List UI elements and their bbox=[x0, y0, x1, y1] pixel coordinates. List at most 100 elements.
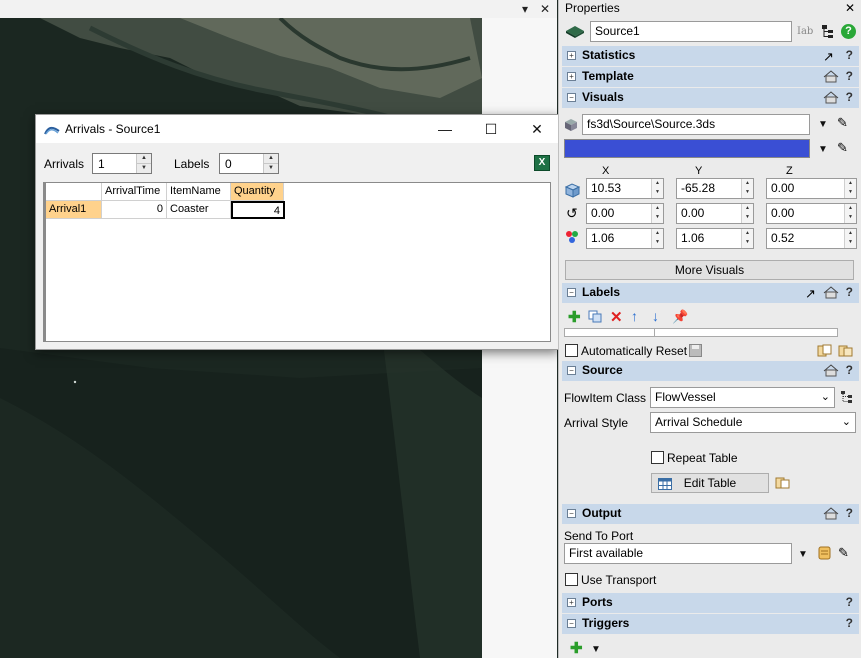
column-header[interactable]: ItemName bbox=[167, 183, 231, 201]
panel-close-icon[interactable]: ✕ bbox=[845, 1, 855, 15]
section-help-icon[interactable]: ? bbox=[846, 69, 853, 83]
color-swatch[interactable] bbox=[564, 139, 810, 158]
arrivals-table[interactable]: ArrivalTime ItemName Quantity Arrival1 0… bbox=[43, 182, 551, 342]
copy-labels-icon[interactable] bbox=[817, 344, 832, 360]
maximize-button[interactable]: ☐ bbox=[468, 115, 514, 143]
stepper-arrows[interactable]: ▲ ▼ bbox=[263, 154, 278, 173]
eyedropper-icon[interactable]: ✎ bbox=[837, 115, 848, 131]
table-cell-selected[interactable]: 4 bbox=[231, 201, 285, 219]
arrival-style-select[interactable]: Arrival Schedule ⌄ bbox=[650, 412, 856, 433]
object-name-field[interactable]: Source1 bbox=[590, 21, 792, 42]
collapse-icon[interactable]: − bbox=[567, 288, 576, 297]
pin-arrow-icon[interactable]: ↗ bbox=[823, 49, 837, 64]
section-help-icon[interactable]: ? bbox=[846, 616, 853, 630]
section-help-icon[interactable]: ? bbox=[846, 363, 853, 377]
section-template[interactable]: + Template ? bbox=[562, 67, 859, 87]
chevron-down-icon[interactable]: ⌄ bbox=[821, 388, 830, 407]
add-trigger-icon[interactable]: ✚ bbox=[570, 639, 583, 657]
step-down-icon[interactable]: ▼ bbox=[264, 163, 278, 172]
position-y-field[interactable]: -65.28 ▲ ▼ bbox=[676, 178, 754, 199]
step-down-icon[interactable]: ▼ bbox=[137, 163, 151, 172]
section-help-icon[interactable]: ? bbox=[846, 595, 853, 609]
expand-icon[interactable]: + bbox=[567, 598, 576, 607]
pin-label-icon[interactable]: 📌 bbox=[672, 309, 688, 325]
collapse-icon[interactable]: − bbox=[567, 619, 576, 628]
move-up-icon[interactable]: ↑ bbox=[631, 308, 638, 324]
copy-table-icon[interactable] bbox=[775, 476, 790, 492]
rotation-x-field[interactable]: 0.00 ▲ ▼ bbox=[586, 203, 664, 224]
section-help-icon[interactable]: ? bbox=[846, 285, 853, 299]
table-cell[interactable]: 0 bbox=[102, 201, 167, 219]
collapse-icon[interactable]: − bbox=[567, 366, 576, 375]
pin-arrow-icon[interactable]: ↗ bbox=[805, 286, 819, 301]
edit-table-button[interactable]: Edit Table bbox=[651, 473, 769, 493]
section-labels[interactable]: − Labels ↗ ? bbox=[562, 283, 859, 303]
rotation-z-field[interactable]: 0.00 ▲ ▼ bbox=[766, 203, 857, 224]
labels-count-stepper[interactable]: 0 ▲ ▼ bbox=[219, 153, 279, 174]
size-x-field[interactable]: 1.06 ▲ ▼ bbox=[586, 228, 664, 249]
size-z-field[interactable]: 0.52 ▲ ▼ bbox=[766, 228, 857, 249]
size-y-field[interactable]: 1.06 ▲ ▼ bbox=[676, 228, 754, 249]
labels-table-strip[interactable] bbox=[564, 328, 838, 337]
use-transport-checkbox[interactable] bbox=[565, 573, 578, 586]
excel-export-icon[interactable]: X bbox=[534, 155, 550, 171]
view-close-icon[interactable]: ✕ bbox=[536, 0, 554, 18]
section-help-icon[interactable]: ? bbox=[846, 90, 853, 104]
expand-icon[interactable]: + bbox=[567, 51, 576, 60]
save-disk-icon[interactable] bbox=[689, 344, 702, 360]
delete-label-icon[interactable]: ✕ bbox=[610, 308, 623, 326]
chevron-down-icon[interactable]: ⌄ bbox=[842, 413, 851, 432]
auto-reset-checkbox[interactable] bbox=[565, 344, 578, 357]
copy-label-icon[interactable] bbox=[588, 310, 602, 326]
add-label-icon[interactable]: ✚ bbox=[568, 308, 581, 326]
template-house-icon[interactable] bbox=[823, 70, 839, 83]
section-ports[interactable]: + Ports ? bbox=[562, 593, 859, 613]
dropdown-arrow-icon[interactable]: ▼ bbox=[591, 644, 601, 655]
rotation-y-field[interactable]: 0.00 ▲ ▼ bbox=[676, 203, 754, 224]
template-house-icon[interactable] bbox=[823, 507, 839, 520]
move-down-icon[interactable]: ↓ bbox=[652, 308, 659, 324]
edit-code-scroll-icon[interactable] bbox=[817, 546, 832, 563]
position-z-field[interactable]: 0.00 ▲ ▼ bbox=[766, 178, 857, 199]
flowitem-tree-icon[interactable] bbox=[840, 390, 854, 407]
shape-file-field[interactable]: fs3d\Source\Source.3ds bbox=[582, 114, 810, 135]
position-x-field[interactable]: 10.53 ▲ ▼ bbox=[586, 178, 664, 199]
rename-label-icon[interactable]: Iab bbox=[797, 26, 813, 37]
dropdown-arrow-icon[interactable]: ▼ bbox=[798, 549, 808, 560]
collapse-icon[interactable]: − bbox=[567, 93, 576, 102]
template-house-icon[interactable] bbox=[823, 364, 839, 377]
column-header[interactable]: ArrivalTime bbox=[102, 183, 167, 201]
step-up-icon[interactable]: ▲ bbox=[137, 154, 151, 163]
help-icon[interactable]: ? bbox=[841, 24, 856, 39]
template-house-icon[interactable] bbox=[823, 286, 839, 299]
send-to-port-field[interactable]: First available bbox=[564, 543, 792, 564]
eyedropper-icon[interactable]: ✎ bbox=[837, 140, 848, 156]
more-visuals-button[interactable]: More Visuals bbox=[565, 260, 854, 280]
eyedropper-icon[interactable]: ✎ bbox=[838, 545, 849, 561]
collapse-icon[interactable]: − bbox=[567, 509, 576, 518]
dropdown-arrow-icon[interactable]: ▼ bbox=[818, 119, 828, 130]
table-cell[interactable]: Coaster bbox=[167, 201, 231, 219]
section-statistics[interactable]: + Statistics ↗ ? bbox=[562, 46, 859, 66]
expand-icon[interactable]: + bbox=[567, 72, 576, 81]
repeat-table-checkbox[interactable] bbox=[651, 451, 664, 464]
tree-icon[interactable] bbox=[821, 24, 834, 42]
dropdown-arrow-icon[interactable]: ▾ bbox=[516, 0, 534, 18]
flowitem-class-select[interactable]: FlowVessel ⌄ bbox=[650, 387, 835, 408]
section-help-icon[interactable]: ? bbox=[846, 506, 853, 520]
section-help-icon[interactable]: ? bbox=[846, 48, 853, 62]
section-source[interactable]: − Source ? bbox=[562, 361, 859, 381]
minimize-button[interactable]: — bbox=[422, 115, 468, 143]
section-visuals[interactable]: − Visuals ? bbox=[562, 88, 859, 108]
stepper-arrows[interactable]: ▲ ▼ bbox=[136, 154, 151, 173]
column-header[interactable]: Quantity bbox=[231, 183, 284, 201]
arrivals-count-stepper[interactable]: 1 ▲ ▼ bbox=[92, 153, 152, 174]
dropdown-arrow-icon[interactable]: ▼ bbox=[818, 144, 828, 155]
template-house-icon[interactable] bbox=[823, 91, 839, 104]
row-header[interactable]: Arrival1 bbox=[46, 201, 102, 219]
section-output[interactable]: − Output ? bbox=[562, 504, 859, 524]
section-triggers[interactable]: − Triggers ? bbox=[562, 614, 859, 634]
step-up-icon[interactable]: ▲ bbox=[264, 154, 278, 163]
close-button[interactable]: ✕ bbox=[514, 115, 560, 143]
paste-labels-icon[interactable] bbox=[838, 344, 853, 360]
